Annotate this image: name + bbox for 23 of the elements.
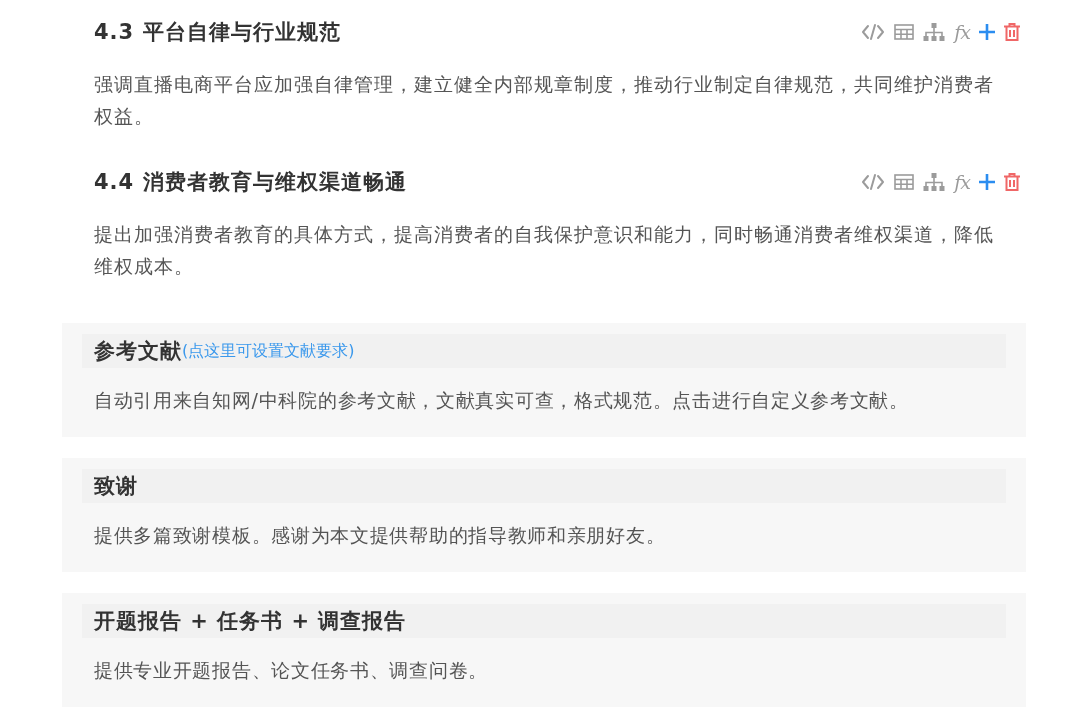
hierarchy-icon[interactable] bbox=[923, 23, 946, 41]
table-icon[interactable] bbox=[894, 24, 915, 40]
hierarchy-icon[interactable] bbox=[923, 173, 946, 191]
trash-icon[interactable] bbox=[1004, 173, 1020, 191]
section-text: 提出加强消费者教育的具体方式，提高消费者的自我保护意识和能力，同时畅通消费者维权渠道，降低维权成本。 bbox=[94, 222, 995, 279]
card-title: 参考文献 bbox=[94, 338, 182, 365]
card-description: 提供专业开题报告、论文任务书、调查问卷。 bbox=[94, 658, 489, 683]
code-icon[interactable] bbox=[861, 23, 886, 41]
card-title: 致谢 bbox=[94, 473, 138, 500]
card-description: 自动引用来自知网/中科院的参考文献，文献真实可查，格式规范。点击进行自定义参考文献。 bbox=[94, 388, 910, 413]
section-heading: 4.3 平台自律与行业规范 bbox=[94, 19, 341, 46]
section-text: 强调直播电商平台应加强自律管理，建立健全内部规章制度，推动行业制定自律规范，共同维护消费者权益。 bbox=[94, 72, 995, 129]
formula-button[interactable]: fx bbox=[954, 172, 970, 192]
card-description: 提供多篇致谢模板。感谢为本文提供帮助的指导教师和亲朋好友。 bbox=[94, 523, 667, 548]
trash-icon[interactable] bbox=[1004, 23, 1020, 41]
settings-link[interactable]: (点这里可设置文献要求) bbox=[182, 340, 355, 362]
plus-icon[interactable] bbox=[979, 24, 995, 40]
plus-icon[interactable] bbox=[979, 174, 995, 190]
table-icon[interactable] bbox=[894, 174, 915, 190]
card-title: 开题报告 + 任务书 + 调查报告 bbox=[94, 608, 407, 635]
code-icon[interactable] bbox=[861, 173, 886, 191]
formula-button[interactable]: fx bbox=[954, 22, 970, 42]
section-heading: 4.4 消费者教育与维权渠道畅通 bbox=[94, 169, 407, 196]
